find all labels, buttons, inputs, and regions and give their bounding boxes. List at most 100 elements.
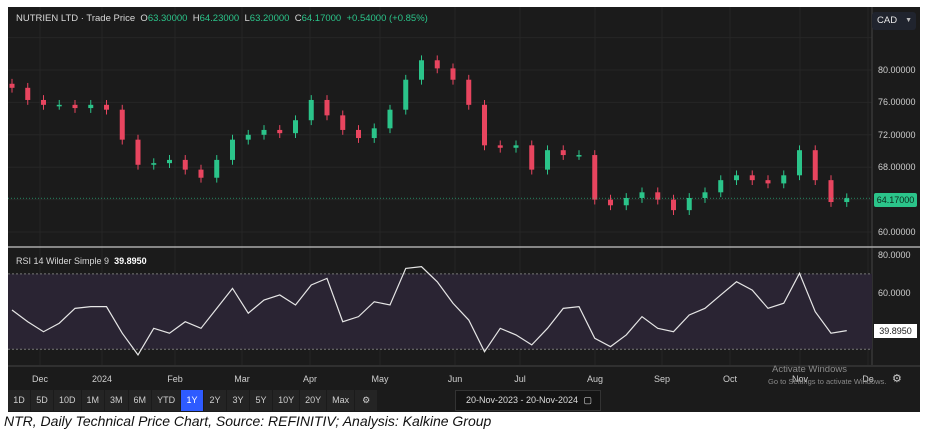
candle-body bbox=[529, 145, 535, 170]
date-range-picker[interactable]: 20-Nov-2023 - 20-Nov-2024 ▢ bbox=[455, 390, 601, 411]
range-toolbar: 1D 5D 10D 1M 3M 6M YTD 1Y 2Y 3Y 5Y 10Y 20Y Max ⚙ bbox=[8, 390, 378, 411]
candle-body bbox=[781, 175, 787, 184]
currency-select[interactable]: CAD ▼ bbox=[872, 12, 916, 30]
watermark-subtitle: Go to Settings to activate Windows. bbox=[768, 377, 887, 386]
candle-body bbox=[25, 87, 31, 100]
candle-body bbox=[230, 139, 235, 160]
candle-body bbox=[356, 129, 361, 139]
chart-canvas[interactable] bbox=[0, 0, 931, 412]
x-tick: 2024 bbox=[91, 374, 113, 384]
candle-body bbox=[340, 115, 346, 130]
candle-body bbox=[812, 150, 818, 181]
x-tick: Feb bbox=[167, 374, 183, 384]
calendar-icon: ▢ bbox=[583, 395, 592, 405]
currency-value: CAD bbox=[877, 15, 898, 26]
low-value: 63.20000 bbox=[249, 13, 290, 24]
range-button-10y[interactable]: 10Y bbox=[273, 390, 300, 411]
candle-body bbox=[482, 104, 487, 146]
candle-body bbox=[608, 199, 613, 206]
candle-body bbox=[56, 104, 62, 107]
candle-body bbox=[324, 99, 330, 116]
candle-body bbox=[592, 155, 598, 200]
candle-body bbox=[293, 120, 298, 134]
close-label: C bbox=[294, 13, 302, 24]
candle-body bbox=[497, 145, 503, 148]
instrument-name: NUTRIEN LTD bbox=[16, 13, 79, 24]
candle-body bbox=[434, 60, 440, 69]
candle-body bbox=[403, 79, 409, 110]
candle-body bbox=[765, 180, 771, 184]
candle-body bbox=[167, 159, 172, 164]
candle-body bbox=[119, 109, 125, 140]
candle-body bbox=[245, 134, 251, 140]
x-tick: May bbox=[371, 374, 389, 384]
candle-body bbox=[308, 99, 314, 121]
figure-caption: NTR, Daily Technical Price Chart, Source… bbox=[4, 413, 492, 429]
candle-body bbox=[151, 163, 157, 165]
range-button-max[interactable]: Max bbox=[327, 390, 355, 411]
range-button-1d[interactable]: 1D bbox=[8, 390, 30, 411]
chevron-down-icon: ▼ bbox=[905, 17, 912, 24]
candle-body bbox=[198, 169, 204, 178]
x-tick: Oct bbox=[722, 374, 738, 384]
y-tick: 72.00000 bbox=[878, 130, 916, 140]
candle-body bbox=[639, 192, 645, 198]
rsi-y-tick: 60.0000 bbox=[878, 288, 911, 298]
candle-body bbox=[371, 128, 377, 139]
candle-body bbox=[135, 139, 141, 165]
rsi-legend: RSI 14 Wilder Simple 9 39.8950 bbox=[16, 256, 147, 266]
rsi-y-tick: 80.0000 bbox=[878, 250, 911, 260]
candle-body bbox=[450, 68, 456, 80]
candle-body bbox=[88, 104, 94, 109]
x-tick: Apr bbox=[302, 374, 318, 384]
chart-title: NUTRIEN LTD · Trade Price O63.30000 H64.… bbox=[16, 13, 428, 24]
range-button-10d[interactable]: 10D bbox=[54, 390, 81, 411]
rsi-value-tag: 39.8950 bbox=[874, 324, 917, 338]
candle-body bbox=[623, 197, 629, 206]
high-label: H bbox=[192, 13, 200, 24]
candle-body bbox=[844, 198, 850, 203]
candle-body bbox=[72, 104, 78, 109]
watermark-title: Activate Windows bbox=[772, 364, 847, 375]
x-tick: Jul bbox=[514, 374, 526, 384]
range-button-1y[interactable]: 1Y bbox=[181, 390, 204, 411]
x-tick: Sep bbox=[653, 374, 671, 384]
candle-body bbox=[41, 99, 46, 105]
y-tick: 80.00000 bbox=[878, 65, 916, 75]
candle-body bbox=[702, 192, 708, 198]
x-tick: Dec bbox=[31, 374, 49, 384]
last-price-tag: 64.17000 bbox=[874, 193, 917, 207]
candle-body bbox=[545, 150, 550, 170]
close-value: 64.17000 bbox=[301, 13, 342, 24]
candle-body bbox=[214, 159, 220, 178]
range-button-20y[interactable]: 20Y bbox=[300, 390, 327, 411]
candle-body bbox=[828, 180, 834, 203]
x-tick: Mar bbox=[234, 374, 250, 384]
candle-body bbox=[419, 60, 424, 80]
range-button-2y[interactable]: 2Y bbox=[204, 390, 227, 411]
candle-body bbox=[718, 180, 724, 193]
change-value: +0.54000 (+0.85%) bbox=[346, 13, 428, 24]
range-button-1m[interactable]: 1M bbox=[81, 390, 105, 411]
range-button-5y[interactable]: 5Y bbox=[250, 390, 273, 411]
x-tick: Jun bbox=[447, 374, 463, 384]
axis-settings-icon[interactable]: ⚙ bbox=[892, 372, 902, 385]
candle-body bbox=[182, 159, 188, 170]
range-button-ytd[interactable]: YTD bbox=[152, 390, 181, 411]
date-range-value: 20-Nov-2023 - 20-Nov-2024 bbox=[466, 395, 579, 405]
range-button-6m[interactable]: 6M bbox=[128, 390, 152, 411]
candle-body bbox=[277, 129, 283, 134]
range-button-5d[interactable]: 5D bbox=[31, 390, 53, 411]
range-button-3m[interactable]: 3M bbox=[105, 390, 128, 411]
candle-body bbox=[261, 129, 267, 135]
range-settings-icon[interactable]: ⚙ bbox=[355, 390, 378, 411]
range-button-3y[interactable]: 3Y bbox=[227, 390, 250, 411]
candle-body bbox=[560, 150, 566, 156]
price-type: Trade Price bbox=[86, 13, 136, 24]
high-value: 64.23000 bbox=[199, 13, 240, 24]
y-tick: 68.00000 bbox=[878, 162, 916, 172]
candle-body bbox=[749, 175, 755, 181]
open-label: O bbox=[140, 13, 148, 24]
y-tick: 60.00000 bbox=[878, 227, 916, 237]
candle-body bbox=[9, 83, 15, 88]
